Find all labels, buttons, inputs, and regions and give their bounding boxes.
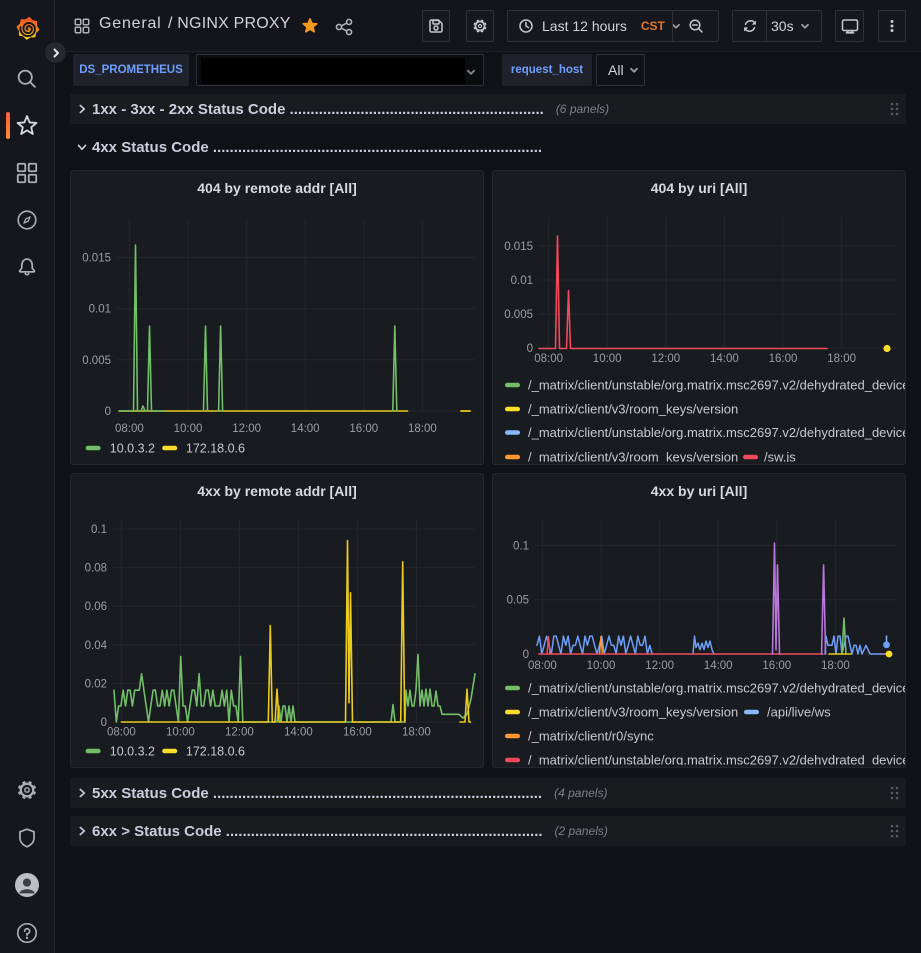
- svg-text:10.0.3.2: 10.0.3.2: [110, 442, 155, 456]
- svg-text:404 by uri [All]: 404 by uri [All]: [651, 180, 747, 196]
- svg-text:/api/live/ws: /api/live/ws: [767, 705, 831, 720]
- svg-text:4xx by uri [All]: 4xx by uri [All]: [651, 483, 747, 499]
- svg-text:18:00: 18:00: [402, 727, 431, 739]
- svg-text:4xx by remote addr [All]: 4xx by remote addr [All]: [197, 483, 357, 499]
- svg-text:12:00: 12:00: [651, 353, 680, 365]
- svg-text:0.1: 0.1: [513, 540, 529, 552]
- svg-text:0: 0: [527, 343, 533, 355]
- svg-text:12:00: 12:00: [225, 727, 254, 739]
- svg-text:12:00: 12:00: [645, 660, 674, 672]
- svg-text:16:00: 16:00: [349, 423, 378, 435]
- svg-text:08:00: 08:00: [528, 660, 557, 672]
- svg-text:0.02: 0.02: [85, 678, 107, 690]
- svg-text:16:00: 16:00: [762, 660, 791, 672]
- svg-text:172.18.0.6: 172.18.0.6: [186, 442, 245, 456]
- svg-text:0.015: 0.015: [504, 241, 533, 253]
- svg-text:10:00: 10:00: [587, 660, 616, 672]
- svg-text:0.06: 0.06: [85, 601, 107, 613]
- svg-text:0.04: 0.04: [85, 640, 108, 652]
- svg-text:172.18.0.6: 172.18.0.6: [186, 745, 245, 759]
- svg-text:16:00: 16:00: [769, 353, 798, 365]
- svg-text:0.005: 0.005: [504, 309, 533, 321]
- svg-text:0.01: 0.01: [89, 304, 111, 316]
- svg-text:/_matrix/client/v3/room_keys/v: /_matrix/client/v3/room_keys/version: [528, 402, 738, 417]
- svg-text:08:00: 08:00: [115, 423, 144, 435]
- svg-text:08:00: 08:00: [107, 727, 136, 739]
- svg-text:/sw.js: /sw.js: [764, 450, 796, 465]
- svg-text:14:00: 14:00: [710, 353, 739, 365]
- svg-text:10.0.3.2: 10.0.3.2: [110, 745, 155, 759]
- svg-text:0.01: 0.01: [511, 275, 533, 287]
- svg-text:14:00: 14:00: [704, 660, 733, 672]
- svg-text:16:00: 16:00: [343, 727, 372, 739]
- svg-text:18:00: 18:00: [821, 660, 850, 672]
- svg-text:08:00: 08:00: [534, 353, 563, 365]
- svg-text:/_matrix/client/v3/room_keys/v: /_matrix/client/v3/room_keys/version: [528, 705, 738, 720]
- svg-text:10:00: 10:00: [174, 423, 203, 435]
- svg-text:10:00: 10:00: [593, 353, 622, 365]
- svg-text:0.015: 0.015: [82, 253, 111, 265]
- svg-text:14:00: 14:00: [291, 423, 320, 435]
- svg-text:/_matrix/client/v3/room_keys/v: /_matrix/client/v3/room_keys/version: [528, 450, 738, 465]
- svg-text:/_matrix/client/unstable/org.m: /_matrix/client/unstable/org.matrix.msc2…: [528, 681, 905, 696]
- svg-text:/_matrix/client/r0/sync: /_matrix/client/r0/sync: [528, 729, 654, 744]
- svg-text:12:00: 12:00: [232, 423, 261, 435]
- svg-text:404 by remote addr [All]: 404 by remote addr [All]: [197, 180, 357, 196]
- svg-text:14:00: 14:00: [284, 727, 313, 739]
- svg-text:/_matrix/client/unstable/org.m: /_matrix/client/unstable/org.matrix.msc2…: [528, 425, 905, 440]
- svg-text:/_matrix/client/unstable/org.m: /_matrix/client/unstable/org.matrix.msc2…: [528, 378, 905, 393]
- svg-text:18:00: 18:00: [827, 353, 856, 365]
- svg-text:0.005: 0.005: [82, 355, 111, 367]
- svg-text:0: 0: [105, 406, 111, 418]
- svg-text:0.05: 0.05: [507, 595, 529, 607]
- svg-text:10:00: 10:00: [166, 727, 195, 739]
- svg-text:0.1: 0.1: [91, 524, 107, 536]
- svg-text:0.08: 0.08: [85, 563, 107, 575]
- svg-text:/_matrix/client/unstable/org.m: /_matrix/client/unstable/org.matrix.msc2…: [528, 753, 905, 768]
- svg-text:18:00: 18:00: [408, 423, 437, 435]
